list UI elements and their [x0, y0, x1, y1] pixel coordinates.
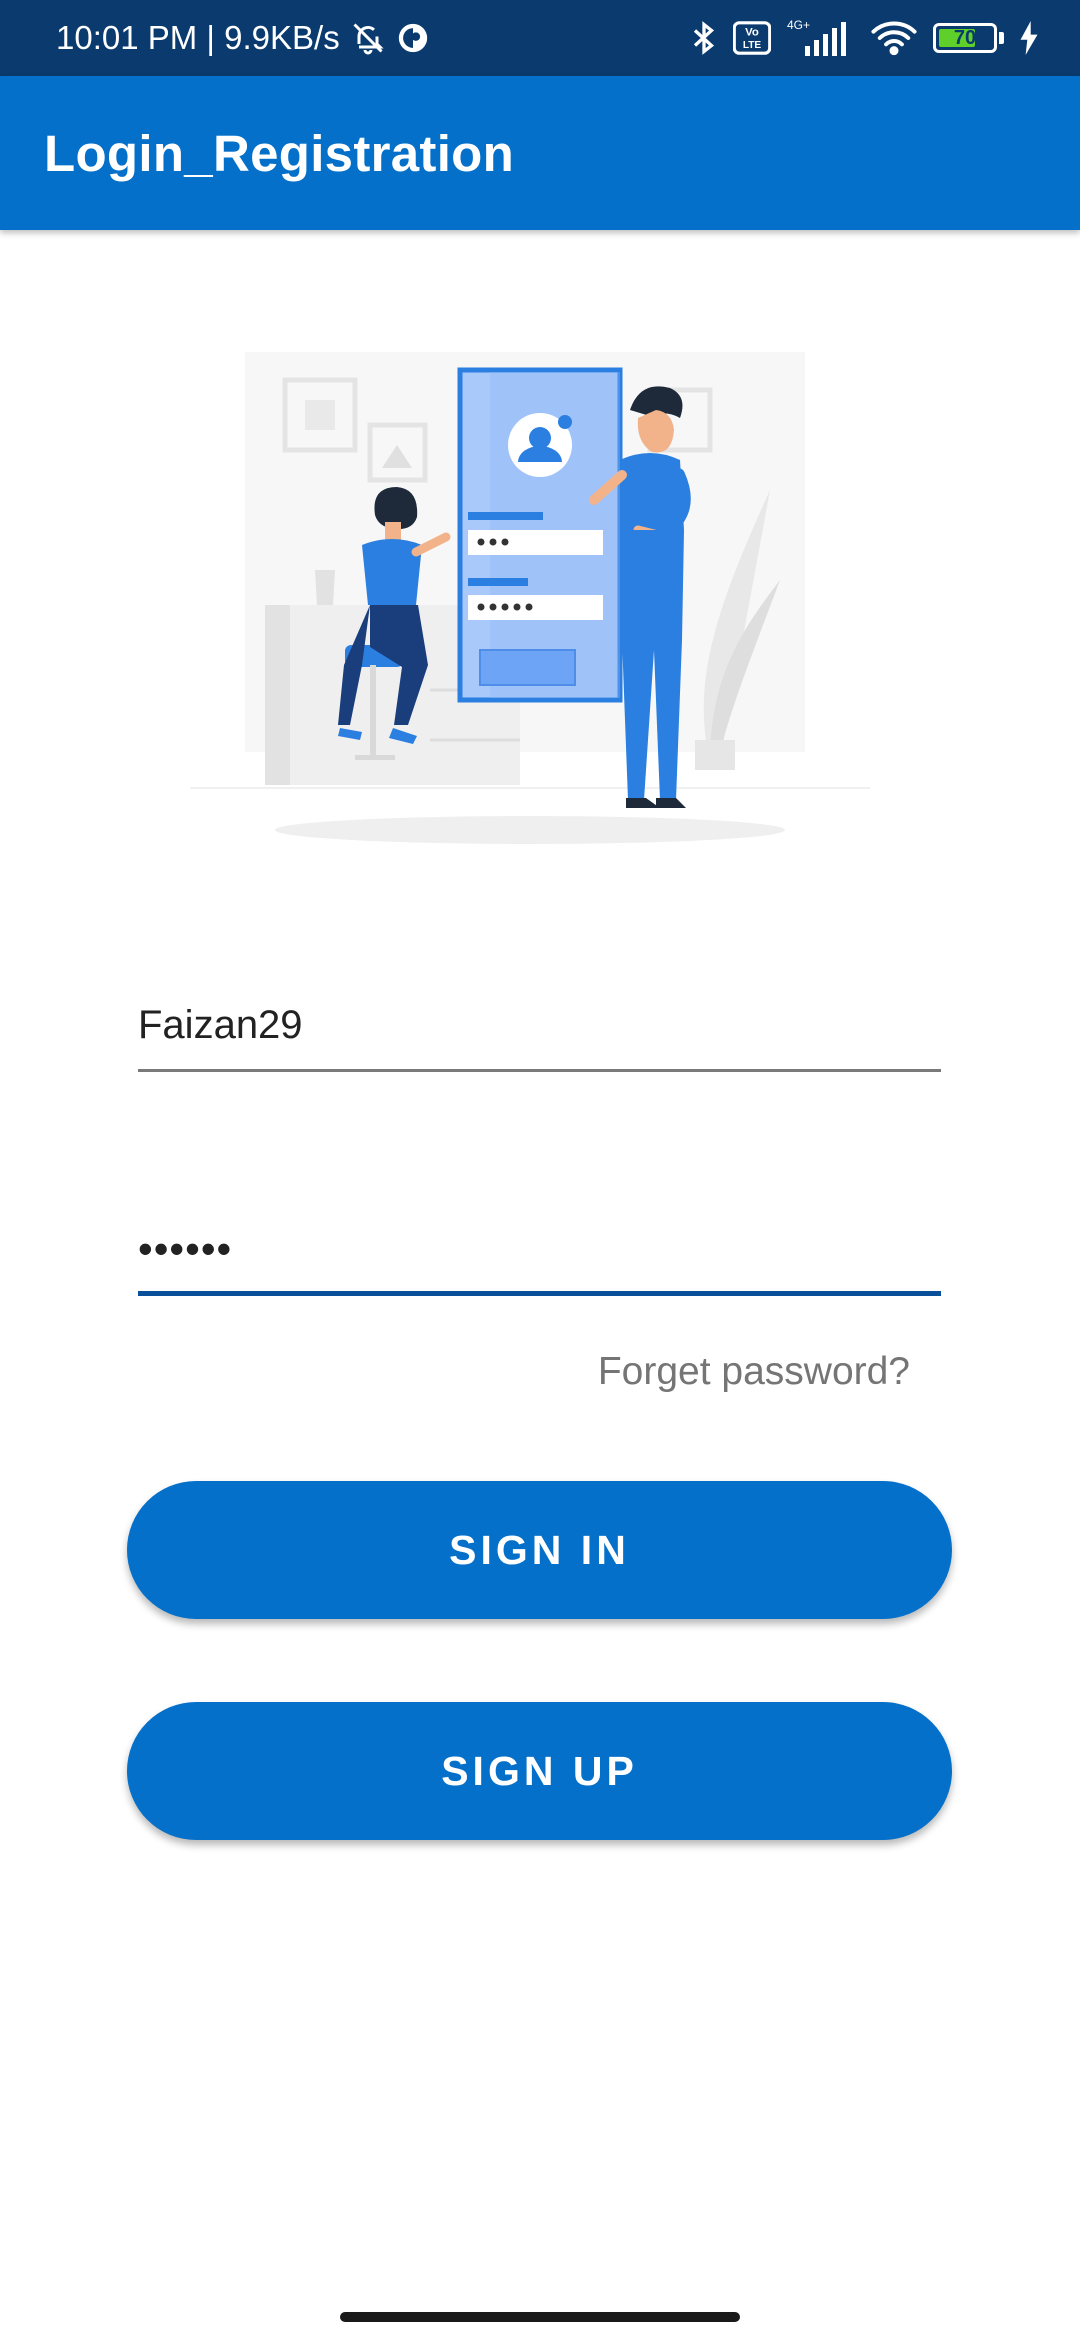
status-bar: 10:01 PM | 9.9KB/s Vo LTE 4G+ 70	[0, 0, 1080, 76]
svg-text:LTE: LTE	[743, 40, 762, 51]
bell-muted-icon	[350, 20, 386, 56]
signal-icon: 4G+	[785, 18, 855, 58]
battery-cap	[999, 32, 1004, 44]
charging-icon	[1018, 21, 1040, 55]
battery-level-text: 70	[953, 26, 977, 49]
volte-icon: Vo LTE	[733, 21, 771, 55]
password-field[interactable]	[138, 1206, 941, 1296]
login-illustration	[190, 340, 870, 860]
status-time-speed: 10:01 PM | 9.9KB/s	[56, 19, 340, 56]
forget-password-link[interactable]: Forget password?	[590, 1350, 910, 1394]
bluetooth-icon	[689, 20, 719, 56]
network-type-label: 4G+	[787, 18, 810, 32]
app-title: Login_Registration	[44, 124, 515, 182]
sign-in-button[interactable]: SIGN IN	[127, 1481, 952, 1619]
wifi-icon	[869, 19, 919, 57]
home-indicator[interactable]	[340, 2312, 740, 2322]
status-left: 10:01 PM | 9.9KB/s	[56, 19, 430, 57]
username-input[interactable]	[138, 1003, 941, 1048]
password-input[interactable]	[138, 1224, 941, 1273]
app-notification-icon	[396, 21, 430, 55]
sign-up-button[interactable]: SIGN UP	[127, 1702, 952, 1840]
username-field[interactable]	[138, 982, 941, 1072]
battery-icon: 70	[933, 23, 997, 53]
svg-text:Vo: Vo	[745, 26, 759, 38]
battery-indicator: 70	[933, 23, 1004, 53]
status-right: Vo LTE 4G+ 70	[689, 18, 1040, 58]
app-bar: Login_Registration	[0, 76, 1080, 230]
